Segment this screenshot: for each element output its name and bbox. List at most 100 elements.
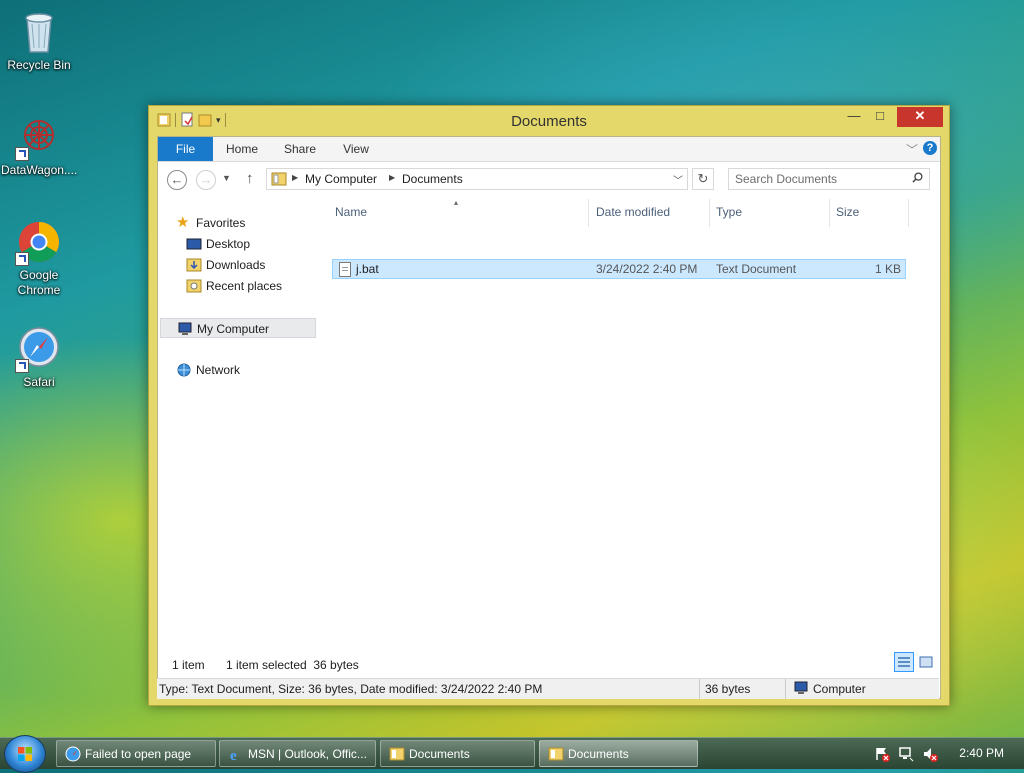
up-button[interactable]: ↑	[246, 170, 254, 187]
nav-network-label: Network	[196, 363, 241, 377]
details-location: Computer	[813, 682, 866, 696]
desktop-icon-datawagon[interactable]: DataWagon....	[1, 113, 77, 178]
taskbar-item-label: Documents	[409, 747, 470, 761]
refresh-button[interactable]: ↻	[692, 168, 714, 190]
chevron-right-icon[interactable]: ▶	[292, 173, 298, 182]
tab-file[interactable]: File	[158, 137, 213, 161]
breadcrumb-my-computer[interactable]: My Computer	[305, 172, 377, 186]
desktop-icon-google-chrome[interactable]: Google Chrome	[1, 218, 77, 298]
windows-logo-icon	[18, 747, 32, 761]
tab-home[interactable]: Home	[220, 137, 264, 161]
nav-my-computer[interactable]: My Computer	[160, 318, 316, 338]
search-input[interactable]	[735, 172, 905, 186]
taskbar-item-msn-outlook[interactable]: e MSN | Outlook, Offic...	[219, 740, 376, 767]
network-icon[interactable]	[898, 746, 914, 762]
nav-favorites-label: Favorites	[196, 216, 246, 230]
details-size: 36 bytes	[705, 682, 751, 696]
address-bar[interactable]: ▶ My Computer ▶ Documents ﹀	[266, 168, 688, 190]
desktop-icon-label: Recycle Bin	[7, 58, 71, 72]
navigation-pane: ★ Favorites Desktop Downloads Recent plac…	[158, 199, 318, 649]
search-icon[interactable]	[912, 172, 923, 183]
status-item-count: 1 item	[172, 658, 205, 672]
nav-desktop[interactable]: Desktop	[186, 234, 250, 254]
column-header-name[interactable]: Name	[335, 205, 367, 219]
expand-ribbon-icon[interactable]: ﹀	[906, 141, 918, 158]
svg-text:e: e	[230, 748, 237, 762]
forward-button[interactable]: →	[196, 170, 216, 190]
text-file-icon	[339, 262, 351, 277]
nav-downloads-label: Downloads	[206, 258, 266, 272]
column-header-type[interactable]: Type	[716, 205, 742, 219]
column-divider[interactable]	[829, 199, 830, 227]
breadcrumb-documents[interactable]: Documents	[402, 172, 463, 186]
computer-icon	[794, 681, 808, 694]
search-box[interactable]	[728, 168, 930, 190]
recycle-bin-icon	[15, 8, 63, 56]
recent-places-icon	[186, 279, 202, 293]
help-icon[interactable]: ?	[923, 141, 937, 155]
nav-network[interactable]: Network	[176, 360, 240, 380]
star-icon: ★	[176, 213, 190, 231]
nav-downloads[interactable]: Downloads	[186, 255, 265, 275]
tab-view[interactable]: View	[336, 137, 376, 161]
chrome-icon	[15, 218, 63, 266]
status-bar: 1 item 1 item selected 36 bytes	[158, 654, 940, 676]
action-center-icon[interactable]	[874, 746, 890, 762]
network-icon	[177, 363, 191, 377]
volume-muted-icon[interactable]	[922, 746, 938, 762]
recent-locations-dropdown-icon[interactable]: ▼	[222, 173, 231, 183]
folder-icon	[389, 747, 405, 761]
explorer-window: ▾ Documents — □ ✕ File Home Share View ﹀…	[148, 105, 950, 706]
back-button[interactable]: ←	[167, 170, 187, 190]
shortcut-arrow-icon	[15, 147, 29, 161]
window-client-area: File Home Share View ﹀ ? ← → ▼ ↑ ▶ My Co…	[157, 136, 941, 699]
status-divider	[785, 679, 786, 699]
ie-icon: e	[230, 748, 237, 762]
large-icons-view-icon	[919, 656, 933, 668]
title-bar[interactable]: ▾ Documents — □ ✕	[149, 106, 949, 136]
desktop-icon	[186, 238, 202, 250]
maximize-button[interactable]: □	[867, 107, 893, 127]
system-clock[interactable]: 2:40 PM	[959, 746, 1004, 760]
chevron-down-icon[interactable]: ﹀	[673, 172, 683, 187]
nav-desktop-label: Desktop	[206, 237, 251, 251]
minimize-button[interactable]: —	[841, 107, 867, 127]
desktop-icon-label: Google Chrome	[17, 268, 61, 297]
large-icons-view-button[interactable]	[916, 652, 936, 672]
nav-favorites[interactable]: ★ Favorites	[176, 213, 245, 233]
desktop-icon-recycle-bin[interactable]: Recycle Bin	[1, 8, 77, 73]
column-header-date-modified[interactable]: Date modified	[596, 205, 670, 219]
status-divider	[699, 679, 700, 699]
column-divider[interactable]	[709, 199, 710, 227]
nav-recent-places-label: Recent places	[206, 279, 283, 293]
column-divider[interactable]	[588, 199, 589, 227]
ribbon-tabs: File Home Share View ﹀ ?	[158, 137, 940, 162]
column-headers: ▴ Name Date modified Type Size	[326, 198, 909, 227]
column-divider[interactable]	[908, 199, 909, 227]
nav-my-computer-label: My Computer	[197, 322, 270, 336]
taskbar-item-documents-active[interactable]: Documents	[539, 740, 698, 767]
file-name[interactable]: j.bat	[356, 262, 379, 276]
folder-icon	[271, 172, 287, 186]
desktop-icon-label: DataWagon....	[1, 163, 78, 177]
desktop-icon-safari[interactable]: Safari	[1, 325, 77, 390]
safari-icon	[15, 325, 63, 373]
file-row[interactable]: j.bat 3/24/2022 2:40 PM Text Document 1 …	[332, 259, 906, 279]
tab-share[interactable]: Share	[278, 137, 322, 161]
status-selection: 1 item selected 36 bytes	[226, 658, 359, 672]
close-button[interactable]: ✕	[897, 107, 943, 127]
chevron-right-icon[interactable]: ▶	[389, 173, 395, 182]
computer-icon	[178, 322, 192, 335]
window-title: Documents	[511, 113, 587, 130]
taskbar-item-label: Documents	[568, 747, 629, 761]
file-size: 1 KB	[874, 262, 901, 276]
datawagon-icon	[15, 113, 63, 161]
downloads-icon	[186, 258, 202, 272]
details-view-button[interactable]	[894, 652, 914, 672]
taskbar-item-failed-to-open-page[interactable]: Failed to open page	[56, 740, 216, 767]
nav-recent-places[interactable]: Recent places	[186, 276, 282, 296]
column-header-size[interactable]: Size	[836, 205, 859, 219]
details-view-icon	[898, 657, 910, 667]
start-button[interactable]	[4, 735, 46, 773]
taskbar-item-documents[interactable]: Documents	[380, 740, 535, 767]
